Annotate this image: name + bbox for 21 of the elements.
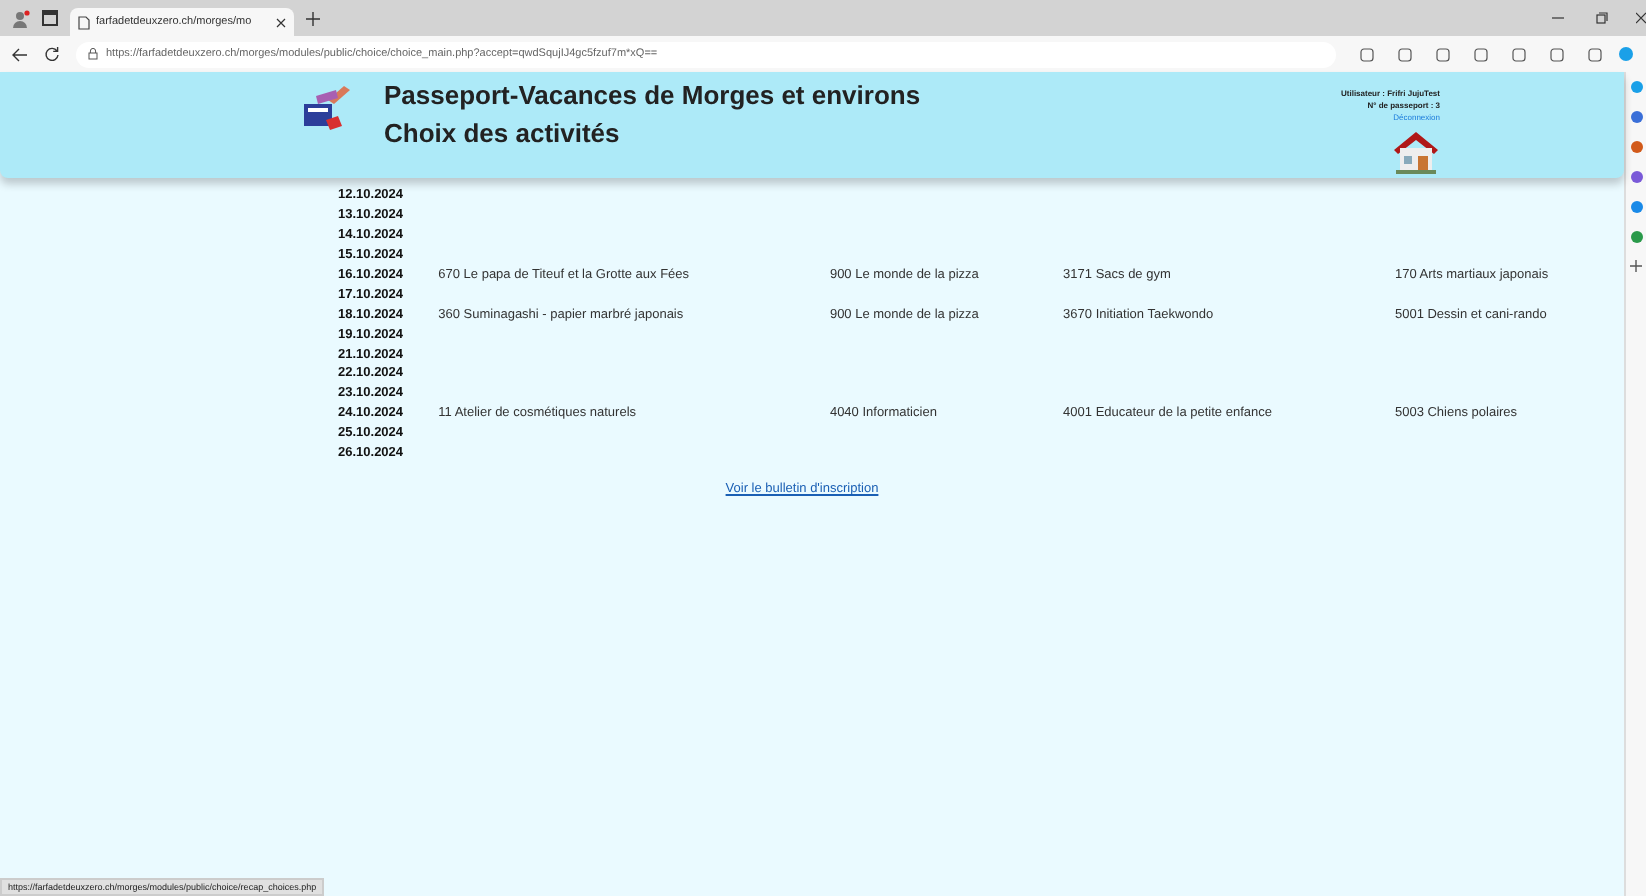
close-icon[interactable] (276, 17, 286, 27)
tab-actions-icon[interactable] (42, 10, 58, 26)
sidebar-app-icon[interactable] (1629, 80, 1643, 94)
sidebar-app-icon[interactable] (1629, 170, 1643, 184)
house-icon[interactable] (1392, 130, 1440, 174)
sidebar-app-icon[interactable] (1629, 110, 1643, 124)
profile-icon[interactable] (12, 9, 30, 27)
new-tab-icon[interactable] (306, 11, 320, 25)
sidebar-app-icon[interactable] (1629, 200, 1643, 214)
site-title: Passeport-Vacances de Morges et environs (384, 80, 921, 110)
sidebar-app-icon[interactable] (1629, 140, 1643, 154)
back-icon[interactable] (12, 47, 28, 61)
page-title: Choix des activités (384, 118, 622, 148)
add-icon[interactable] (1630, 260, 1642, 272)
minimize-icon[interactable] (1552, 12, 1564, 24)
close-icon[interactable] (1636, 12, 1646, 24)
sidebar-app-icon[interactable] (1629, 230, 1643, 244)
page-icon (78, 15, 90, 29)
lock-icon (88, 48, 98, 60)
refresh-icon[interactable] (44, 46, 60, 62)
restore-icon[interactable] (1596, 12, 1608, 24)
